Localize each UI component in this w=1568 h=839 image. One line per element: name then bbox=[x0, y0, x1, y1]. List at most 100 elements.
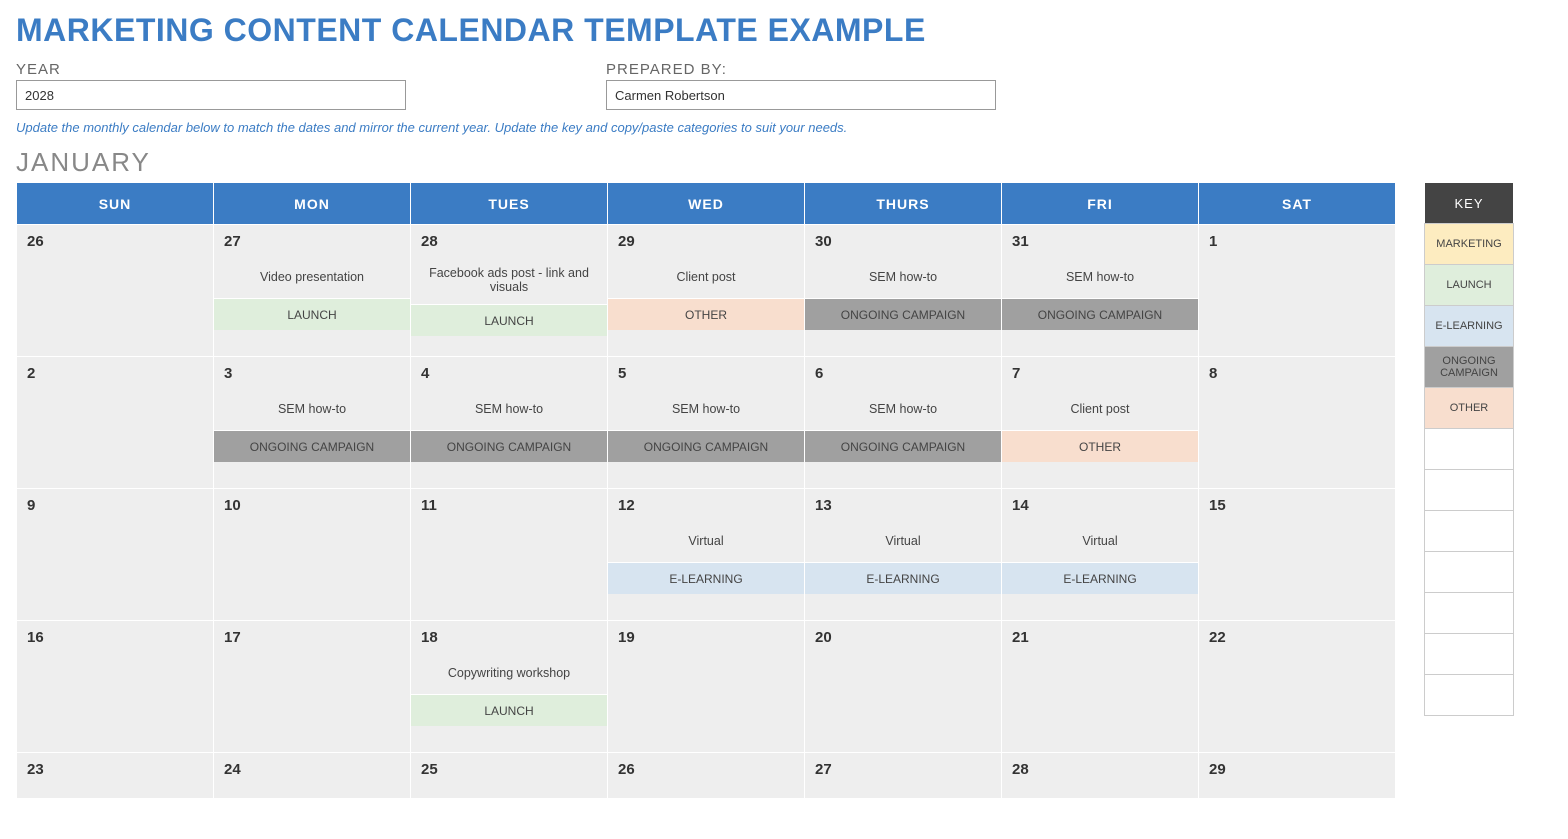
day-category: OTHER bbox=[1002, 430, 1198, 462]
day-description: Virtual bbox=[805, 522, 1001, 562]
weekday-header: TUES bbox=[411, 183, 608, 225]
day-number: 28 bbox=[1002, 753, 1198, 786]
day-category: LAUNCH bbox=[214, 298, 410, 330]
key-empty-cell[interactable] bbox=[1424, 551, 1514, 593]
calendar-cell[interactable]: 7Client postOTHER bbox=[1002, 357, 1199, 489]
day-number: 28 bbox=[411, 225, 607, 258]
calendar-cell[interactable]: 25 bbox=[411, 753, 608, 799]
day-number: 11 bbox=[411, 489, 607, 522]
year-input[interactable] bbox=[16, 80, 406, 110]
calendar-cell[interactable]: 4SEM how-toONGOING CAMPAIGN bbox=[411, 357, 608, 489]
weekday-header: SAT bbox=[1199, 183, 1396, 225]
key-header: KEY bbox=[1424, 182, 1514, 224]
prepared-input[interactable] bbox=[606, 80, 996, 110]
calendar-cell[interactable]: 18Copywriting workshopLAUNCH bbox=[411, 621, 608, 753]
day-category: OTHER bbox=[608, 298, 804, 330]
calendar-cell[interactable]: 9 bbox=[17, 489, 214, 621]
calendar-cell[interactable]: 13VirtualE-LEARNING bbox=[805, 489, 1002, 621]
calendar-cell[interactable]: 12VirtualE-LEARNING bbox=[608, 489, 805, 621]
calendar-cell[interactable]: 28 bbox=[1002, 753, 1199, 799]
day-number: 27 bbox=[805, 753, 1001, 786]
weekday-header: THURS bbox=[805, 183, 1002, 225]
day-description: Client post bbox=[1002, 390, 1198, 430]
calendar-cell[interactable]: 27Video presentationLAUNCH bbox=[214, 225, 411, 357]
calendar-cell[interactable]: 2 bbox=[17, 357, 214, 489]
day-description: Video presentation bbox=[214, 258, 410, 298]
day-number: 26 bbox=[17, 225, 213, 258]
key-empty-cell[interactable] bbox=[1424, 633, 1514, 675]
calendar-row: 9101112VirtualE-LEARNING13VirtualE-LEARN… bbox=[17, 489, 1396, 621]
calendar-cell[interactable]: 8 bbox=[1199, 357, 1396, 489]
day-number: 19 bbox=[608, 621, 804, 654]
day-category: ONGOING CAMPAIGN bbox=[805, 430, 1001, 462]
day-number: 2 bbox=[17, 357, 213, 390]
calendar-row: 161718Copywriting workshopLAUNCH19202122 bbox=[17, 621, 1396, 753]
day-category: E-LEARNING bbox=[805, 562, 1001, 594]
calendar-cell[interactable]: 29 bbox=[1199, 753, 1396, 799]
calendar-table: SUNMONTUESWEDTHURSFRISAT 2627Video prese… bbox=[16, 182, 1396, 799]
calendar-row: 2627Video presentationLAUNCH28Facebook a… bbox=[17, 225, 1396, 357]
calendar-cell[interactable]: 23 bbox=[17, 753, 214, 799]
year-label: YEAR bbox=[16, 61, 406, 78]
calendar-cell[interactable]: 11 bbox=[411, 489, 608, 621]
day-number: 5 bbox=[608, 357, 804, 390]
day-number: 7 bbox=[1002, 357, 1198, 390]
calendar-cell[interactable]: 6SEM how-toONGOING CAMPAIGN bbox=[805, 357, 1002, 489]
calendar-cell[interactable]: 31SEM how-toONGOING CAMPAIGN bbox=[1002, 225, 1199, 357]
weekday-header: MON bbox=[214, 183, 411, 225]
calendar-cell[interactable]: 30SEM how-toONGOING CAMPAIGN bbox=[805, 225, 1002, 357]
key-empty-cell[interactable] bbox=[1424, 510, 1514, 552]
key-empty-cell[interactable] bbox=[1424, 428, 1514, 470]
calendar-cell[interactable]: 21 bbox=[1002, 621, 1199, 753]
calendar-cell[interactable]: 3SEM how-toONGOING CAMPAIGN bbox=[214, 357, 411, 489]
calendar-cell[interactable]: 24 bbox=[214, 753, 411, 799]
day-number: 17 bbox=[214, 621, 410, 654]
calendar-cell[interactable]: 15 bbox=[1199, 489, 1396, 621]
key-empty-cell[interactable] bbox=[1424, 469, 1514, 511]
day-category: ONGOING CAMPAIGN bbox=[1002, 298, 1198, 330]
calendar-row: 23SEM how-toONGOING CAMPAIGN4SEM how-toO… bbox=[17, 357, 1396, 489]
day-number: 1 bbox=[1199, 225, 1395, 258]
day-number: 23 bbox=[17, 753, 213, 786]
day-number: 12 bbox=[608, 489, 804, 522]
day-number: 6 bbox=[805, 357, 1001, 390]
calendar-cell[interactable]: 19 bbox=[608, 621, 805, 753]
calendar-row: 23242526272829 bbox=[17, 753, 1396, 799]
day-number: 26 bbox=[608, 753, 804, 786]
calendar-cell[interactable]: 29Client postOTHER bbox=[608, 225, 805, 357]
day-category: LAUNCH bbox=[411, 694, 607, 726]
weekday-header-row: SUNMONTUESWEDTHURSFRISAT bbox=[17, 183, 1396, 225]
calendar-cell[interactable]: 22 bbox=[1199, 621, 1396, 753]
calendar-cell[interactable]: 10 bbox=[214, 489, 411, 621]
day-description: Copywriting workshop bbox=[411, 654, 607, 694]
calendar-cell[interactable]: 17 bbox=[214, 621, 411, 753]
key-item: LAUNCH bbox=[1424, 264, 1514, 306]
day-category: E-LEARNING bbox=[1002, 562, 1198, 594]
key-empty-cell[interactable] bbox=[1424, 592, 1514, 634]
day-number: 15 bbox=[1199, 489, 1395, 522]
calendar-cell[interactable]: 20 bbox=[805, 621, 1002, 753]
hint-text: Update the monthly calendar below to mat… bbox=[16, 120, 1552, 135]
day-description: SEM how-to bbox=[805, 258, 1001, 298]
calendar-cell[interactable]: 5SEM how-toONGOING CAMPAIGN bbox=[608, 357, 805, 489]
day-category: ONGOING CAMPAIGN bbox=[411, 430, 607, 462]
calendar-cell[interactable]: 1 bbox=[1199, 225, 1396, 357]
calendar-cell[interactable]: 27 bbox=[805, 753, 1002, 799]
calendar-cell[interactable]: 28Facebook ads post - link and visualsLA… bbox=[411, 225, 608, 357]
weekday-header: FRI bbox=[1002, 183, 1199, 225]
calendar-cell[interactable]: 26 bbox=[608, 753, 805, 799]
key-empty-cell[interactable] bbox=[1424, 674, 1514, 716]
day-number: 30 bbox=[805, 225, 1001, 258]
key-item: ONGOING CAMPAIGN bbox=[1424, 346, 1514, 388]
day-number: 24 bbox=[214, 753, 410, 786]
day-number: 4 bbox=[411, 357, 607, 390]
day-category: ONGOING CAMPAIGN bbox=[214, 430, 410, 462]
calendar-cell[interactable]: 14VirtualE-LEARNING bbox=[1002, 489, 1199, 621]
calendar-cell[interactable]: 26 bbox=[17, 225, 214, 357]
page-title: MARKETING CONTENT CALENDAR TEMPLATE EXAM… bbox=[16, 12, 1552, 49]
day-number: 9 bbox=[17, 489, 213, 522]
calendar-cell[interactable]: 16 bbox=[17, 621, 214, 753]
day-number: 21 bbox=[1002, 621, 1198, 654]
day-number: 20 bbox=[805, 621, 1001, 654]
prepared-group: PREPARED BY: bbox=[606, 61, 996, 110]
